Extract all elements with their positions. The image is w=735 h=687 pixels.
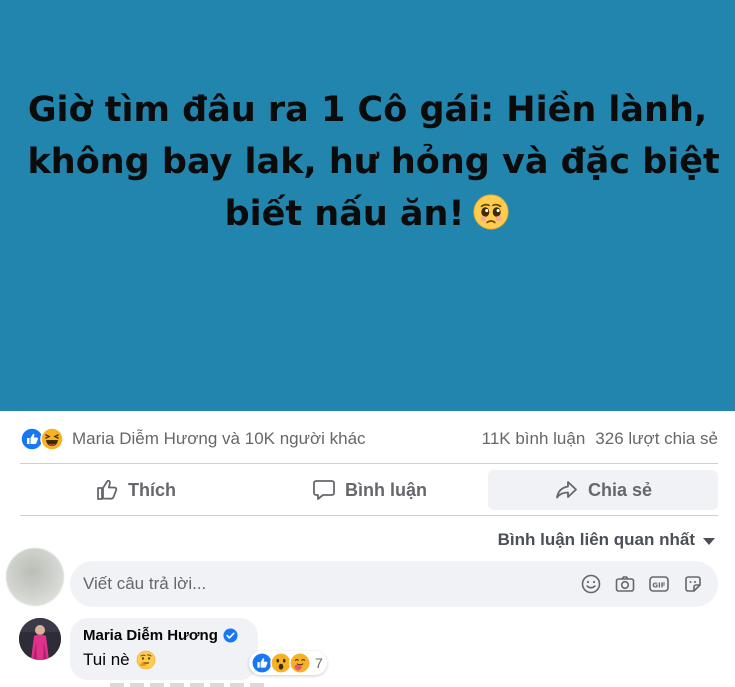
comment-button[interactable]: Bình luận bbox=[254, 470, 484, 510]
reaction-icons[interactable] bbox=[20, 427, 64, 451]
comment-author[interactable]: Maria Diễm Hương bbox=[83, 627, 218, 644]
sticker-icon[interactable] bbox=[682, 573, 704, 595]
banner-line-1: Giờ tìm đâu ra 1 Cô gái: Hiền lành, bbox=[27, 90, 708, 130]
post-actions: Thích Bình luận Chia sẻ bbox=[20, 466, 718, 514]
verified-badge-icon bbox=[223, 628, 238, 643]
comment-count[interactable]: 11K bình luận bbox=[482, 429, 586, 449]
share-button[interactable]: Chia sẻ bbox=[488, 470, 718, 510]
gif-icon[interactable]: GIF bbox=[648, 573, 670, 595]
banner-line-3-text: biết nấu ăn! bbox=[224, 194, 465, 234]
comment-sort-dropdown[interactable]: Bình luận liên quan nhất bbox=[498, 527, 715, 553]
camera-icon[interactable] bbox=[614, 573, 636, 595]
post-banner-text: Giờ tìm đâu ra 1 Cô gái: Hiền lành, khôn… bbox=[27, 84, 720, 411]
banner-line-2: không bay lak, hư hỏng và đặc biệt bbox=[27, 142, 720, 182]
haha-icon bbox=[40, 427, 64, 451]
care-icon bbox=[289, 652, 311, 674]
share-label: Chia sẻ bbox=[587, 479, 653, 500]
share-count[interactable]: 326 lượt chia sẻ bbox=[595, 429, 718, 449]
reactors-text[interactable]: Maria Diễm Hương và 10K người khác bbox=[72, 429, 482, 449]
comment-label: Bình luận bbox=[345, 479, 427, 500]
comment-reaction-count: 7 bbox=[315, 655, 323, 671]
sort-label: Bình luận liên quan nhất bbox=[497, 530, 695, 549]
reply-composer[interactable]: GIF bbox=[70, 561, 718, 607]
banner-line-3: biết nấu ăn! bbox=[28, 188, 708, 240]
comment-bubble: Maria Diễm Hương Tui nè bbox=[70, 618, 258, 680]
svg-text:GIF: GIF bbox=[652, 582, 665, 590]
caret-down-icon bbox=[703, 537, 715, 545]
comment-body: Tui nè bbox=[83, 650, 245, 670]
avatar-photo bbox=[19, 618, 61, 660]
reactions-summary: Maria Diễm Hương và 10K người khác 11K b… bbox=[20, 422, 718, 456]
like-label: Thích bbox=[128, 479, 176, 500]
divider-top bbox=[20, 463, 718, 464]
commenter-avatar[interactable] bbox=[19, 618, 61, 660]
divider-bottom bbox=[20, 515, 718, 516]
share-arrow-icon bbox=[556, 481, 577, 499]
emoji-icon[interactable] bbox=[580, 573, 602, 595]
post-stats: 11K bình luận 326 lượt chia sẻ bbox=[482, 429, 718, 449]
thumbs-up-icon bbox=[97, 479, 118, 500]
reply-input[interactable] bbox=[83, 574, 580, 594]
comment-bubble-icon bbox=[313, 480, 335, 500]
pleading-face-icon bbox=[473, 194, 509, 230]
reply-tools: GIF bbox=[580, 573, 704, 595]
current-user-avatar[interactable] bbox=[6, 548, 64, 606]
next-line-cutoff bbox=[110, 683, 270, 687]
thinking-face-icon bbox=[136, 650, 155, 670]
like-button[interactable]: Thích bbox=[20, 470, 250, 510]
comment-author-row: Maria Diễm Hương bbox=[83, 627, 245, 644]
post-banner: Giờ tìm đâu ra 1 Cô gái: Hiền lành, khôn… bbox=[0, 0, 735, 411]
comment-text: Tui nè bbox=[83, 650, 130, 669]
comment-reactions[interactable]: 7 bbox=[249, 651, 327, 675]
